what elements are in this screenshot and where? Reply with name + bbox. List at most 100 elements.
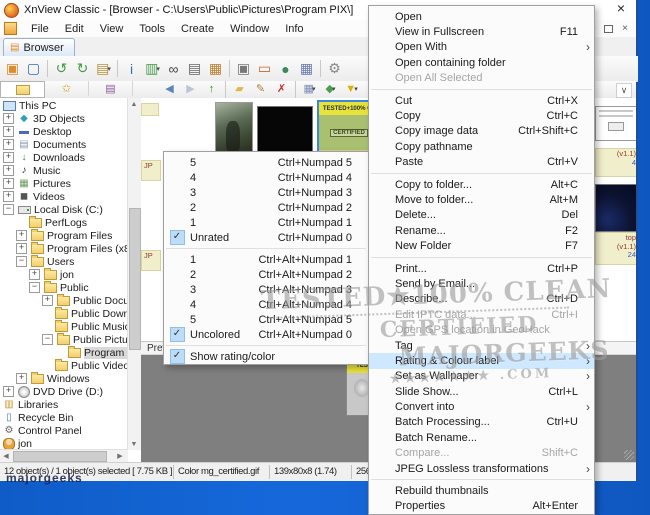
print-button[interactable]: ▤ xyxy=(184,59,205,79)
tree-expander[interactable]: + xyxy=(3,126,14,137)
tree-expander[interactable]: − xyxy=(29,282,40,293)
tree-expander[interactable]: + xyxy=(42,295,53,306)
scroll-up-icon[interactable]: ▲ xyxy=(128,98,140,110)
tree-expander[interactable]: + xyxy=(16,373,27,384)
rating-item-show-rating-color[interactable]: ✓Show rating/color xyxy=(164,349,368,364)
view-mode-button[interactable]: ▦▾ xyxy=(299,81,320,96)
scroll-down-icon[interactable]: ▼ xyxy=(128,438,140,450)
rating-item-3[interactable]: 3Ctrl+Numpad 3 xyxy=(164,185,368,200)
scroll-right-icon[interactable]: ▶ xyxy=(114,450,126,461)
menu-item-batch-rename-[interactable]: Batch Rename... xyxy=(369,430,594,445)
menu-item-copy-image-data[interactable]: Copy image dataCtrl+Shift+C xyxy=(369,124,594,139)
rating-item-4[interactable]: 4Ctrl+Alt+Numpad 4 xyxy=(164,297,368,312)
tree-expander[interactable]: − xyxy=(16,256,27,267)
tree-expander[interactable]: + xyxy=(3,152,14,163)
menu-item-open[interactable]: Open xyxy=(369,9,594,24)
tree-expander[interactable]: − xyxy=(42,334,53,345)
tree-expander[interactable]: + xyxy=(29,269,40,280)
tree-item-this-pc[interactable]: This PC xyxy=(0,99,127,112)
search-button[interactable]: ∞ xyxy=(163,59,184,79)
tab-folders[interactable] xyxy=(0,81,45,98)
menu-item-rebuild-thumbnails[interactable]: Rebuild thumbnails xyxy=(369,483,594,498)
tree-item-jon[interactable]: +jon xyxy=(0,268,127,281)
settings-button[interactable]: ⚙ xyxy=(324,59,345,79)
menu-item-move-to-folder-[interactable]: Move to folder...Alt+M xyxy=(369,192,594,207)
menu-item-open-all-selected[interactable]: Open All Selected xyxy=(369,71,594,86)
scrollbar-thumb[interactable] xyxy=(129,208,141,350)
tree-item-public-docume[interactable]: +Public Docume xyxy=(0,294,127,307)
tab-categories[interactable]: ▤ xyxy=(89,81,133,96)
menu-item-copy[interactable]: CopyCtrl+C xyxy=(369,108,594,123)
tree-item-public[interactable]: −Public xyxy=(0,281,127,294)
tree-item-desktop[interactable]: +Desktop xyxy=(0,125,127,138)
sort-button[interactable]: ◆▾ xyxy=(320,81,341,96)
tree-horizontal-scrollbar[interactable]: ◀ ▶ xyxy=(0,449,128,462)
nav-up-button[interactable]: ↑ xyxy=(201,81,222,96)
tree-expander[interactable]: − xyxy=(3,204,14,215)
tree-expander[interactable]: + xyxy=(3,386,14,397)
nav-back-button[interactable]: ◀ xyxy=(159,81,180,96)
rating-item-uncolored[interactable]: ✓UncoloredCtrl+Alt+Numpad 0 xyxy=(164,327,368,342)
menu-item-send-by-email-[interactable]: Send by Email... xyxy=(369,276,594,291)
menu-item-new-folder[interactable]: New FolderF7 xyxy=(369,238,594,253)
tree-vertical-scrollbar[interactable]: ▲ ▼ xyxy=(127,98,141,450)
menu-item-compare-[interactable]: Compare...Shift+C xyxy=(369,446,594,461)
tree-item-dvd-drive-d-[interactable]: +DVD Drive (D:) xyxy=(0,385,127,398)
thumbnail-black-image[interactable] xyxy=(257,106,313,156)
tree-item-local-disk-c-[interactable]: −Local Disk (C:) xyxy=(0,203,127,216)
tree-item-libraries[interactable]: Libraries xyxy=(0,398,127,411)
tab-browser[interactable]: ▤ Browser xyxy=(3,38,75,56)
tree-item-control-panel[interactable]: Control Panel xyxy=(0,424,127,437)
tree-item-users[interactable]: −Users xyxy=(0,255,127,268)
resize-grip[interactable] xyxy=(624,450,634,460)
menu-item-open-with[interactable]: Open With› xyxy=(369,40,594,55)
close-icon[interactable]: × xyxy=(612,0,630,16)
menu-item-properties[interactable]: PropertiesAlt+Enter xyxy=(369,499,594,514)
rotate-ccw-button[interactable]: ↺ xyxy=(51,59,72,79)
menu-item-rating-colour-label[interactable]: Rating & Colour label› xyxy=(369,353,594,368)
menubar-item-window[interactable]: Window xyxy=(222,23,277,35)
menubar-item-create[interactable]: Create xyxy=(173,23,222,35)
rating-item-4[interactable]: 4Ctrl+Numpad 4 xyxy=(164,170,368,185)
tab-favorites[interactable]: ✩ xyxy=(45,81,89,96)
tree-item-3d-objects[interactable]: +3D Objects xyxy=(0,112,127,125)
menubar-item-view[interactable]: View xyxy=(92,23,132,35)
menu-item-open-containing-folder[interactable]: Open containing folder xyxy=(369,55,594,70)
rating-item-2[interactable]: 2Ctrl+Numpad 2 xyxy=(164,200,368,215)
menu-item-open-gps-location-in-geohack[interactable]: Open GPS location in GeoHack xyxy=(369,322,594,337)
scrollbar-thumb[interactable] xyxy=(13,451,107,462)
tree-item-program-files-x86-[interactable]: +Program Files (x86) xyxy=(0,242,127,255)
mdi-close-button[interactable]: × xyxy=(622,23,628,34)
contact-sheet-button[interactable]: ▦ xyxy=(296,59,317,79)
filter-button[interactable]: ▼▾ xyxy=(341,81,362,96)
tree-item-recycle-bin[interactable]: Recycle Bin xyxy=(0,411,127,424)
export-button[interactable]: ▦ xyxy=(205,59,226,79)
new-folder-button[interactable]: ▰ xyxy=(229,81,250,96)
menubar-item-file[interactable]: File xyxy=(23,23,57,35)
menu-item-jpeg-lossless-transformations[interactable]: JPEG Lossless transformations› xyxy=(369,461,594,476)
tree-item-perflogs[interactable]: PerfLogs xyxy=(0,216,127,229)
nav-forward-button[interactable]: ▶ xyxy=(180,81,201,96)
tree-item-windows[interactable]: +Windows xyxy=(0,372,127,385)
copy-move-button[interactable]: ▥▾ xyxy=(142,59,163,79)
rating-item-5[interactable]: 5Ctrl+Numpad 5 xyxy=(164,155,368,170)
menu-item-rename-[interactable]: Rename...F2 xyxy=(369,223,594,238)
menu-item-set-as-wallpaper[interactable]: Set as Wallpaper› xyxy=(369,369,594,384)
menu-item-convert-into[interactable]: Convert into› xyxy=(369,399,594,414)
rating-item-1[interactable]: 1Ctrl+Numpad 1 xyxy=(164,215,368,230)
tree-expander[interactable]: + xyxy=(3,165,14,176)
tree-expander[interactable]: + xyxy=(3,113,14,124)
menu-item-delete-[interactable]: Delete...Del xyxy=(369,208,594,223)
menu-item-view-in-fullscreen[interactable]: View in FullscreenF11 xyxy=(369,24,594,39)
open-recent-button[interactable]: ▤▾ xyxy=(93,59,114,79)
file-info-button[interactable]: i xyxy=(121,59,142,79)
menu-item-copy-pathname[interactable]: Copy pathname xyxy=(369,139,594,154)
tree-item-program-files[interactable]: +Program Files xyxy=(0,229,127,242)
menubar-item-info[interactable]: Info xyxy=(277,23,311,35)
rating-item-unrated[interactable]: ✓UnratedCtrl+Numpad 0 xyxy=(164,230,368,245)
edit-button[interactable]: ✎ xyxy=(250,81,271,96)
menubar-item-edit[interactable]: Edit xyxy=(57,23,92,35)
rating-item-3[interactable]: 3Ctrl+Alt+Numpad 3 xyxy=(164,282,368,297)
menu-item-cut[interactable]: CutCtrl+X xyxy=(369,93,594,108)
viewer-fullscreen-button[interactable]: ▢ xyxy=(23,59,44,79)
